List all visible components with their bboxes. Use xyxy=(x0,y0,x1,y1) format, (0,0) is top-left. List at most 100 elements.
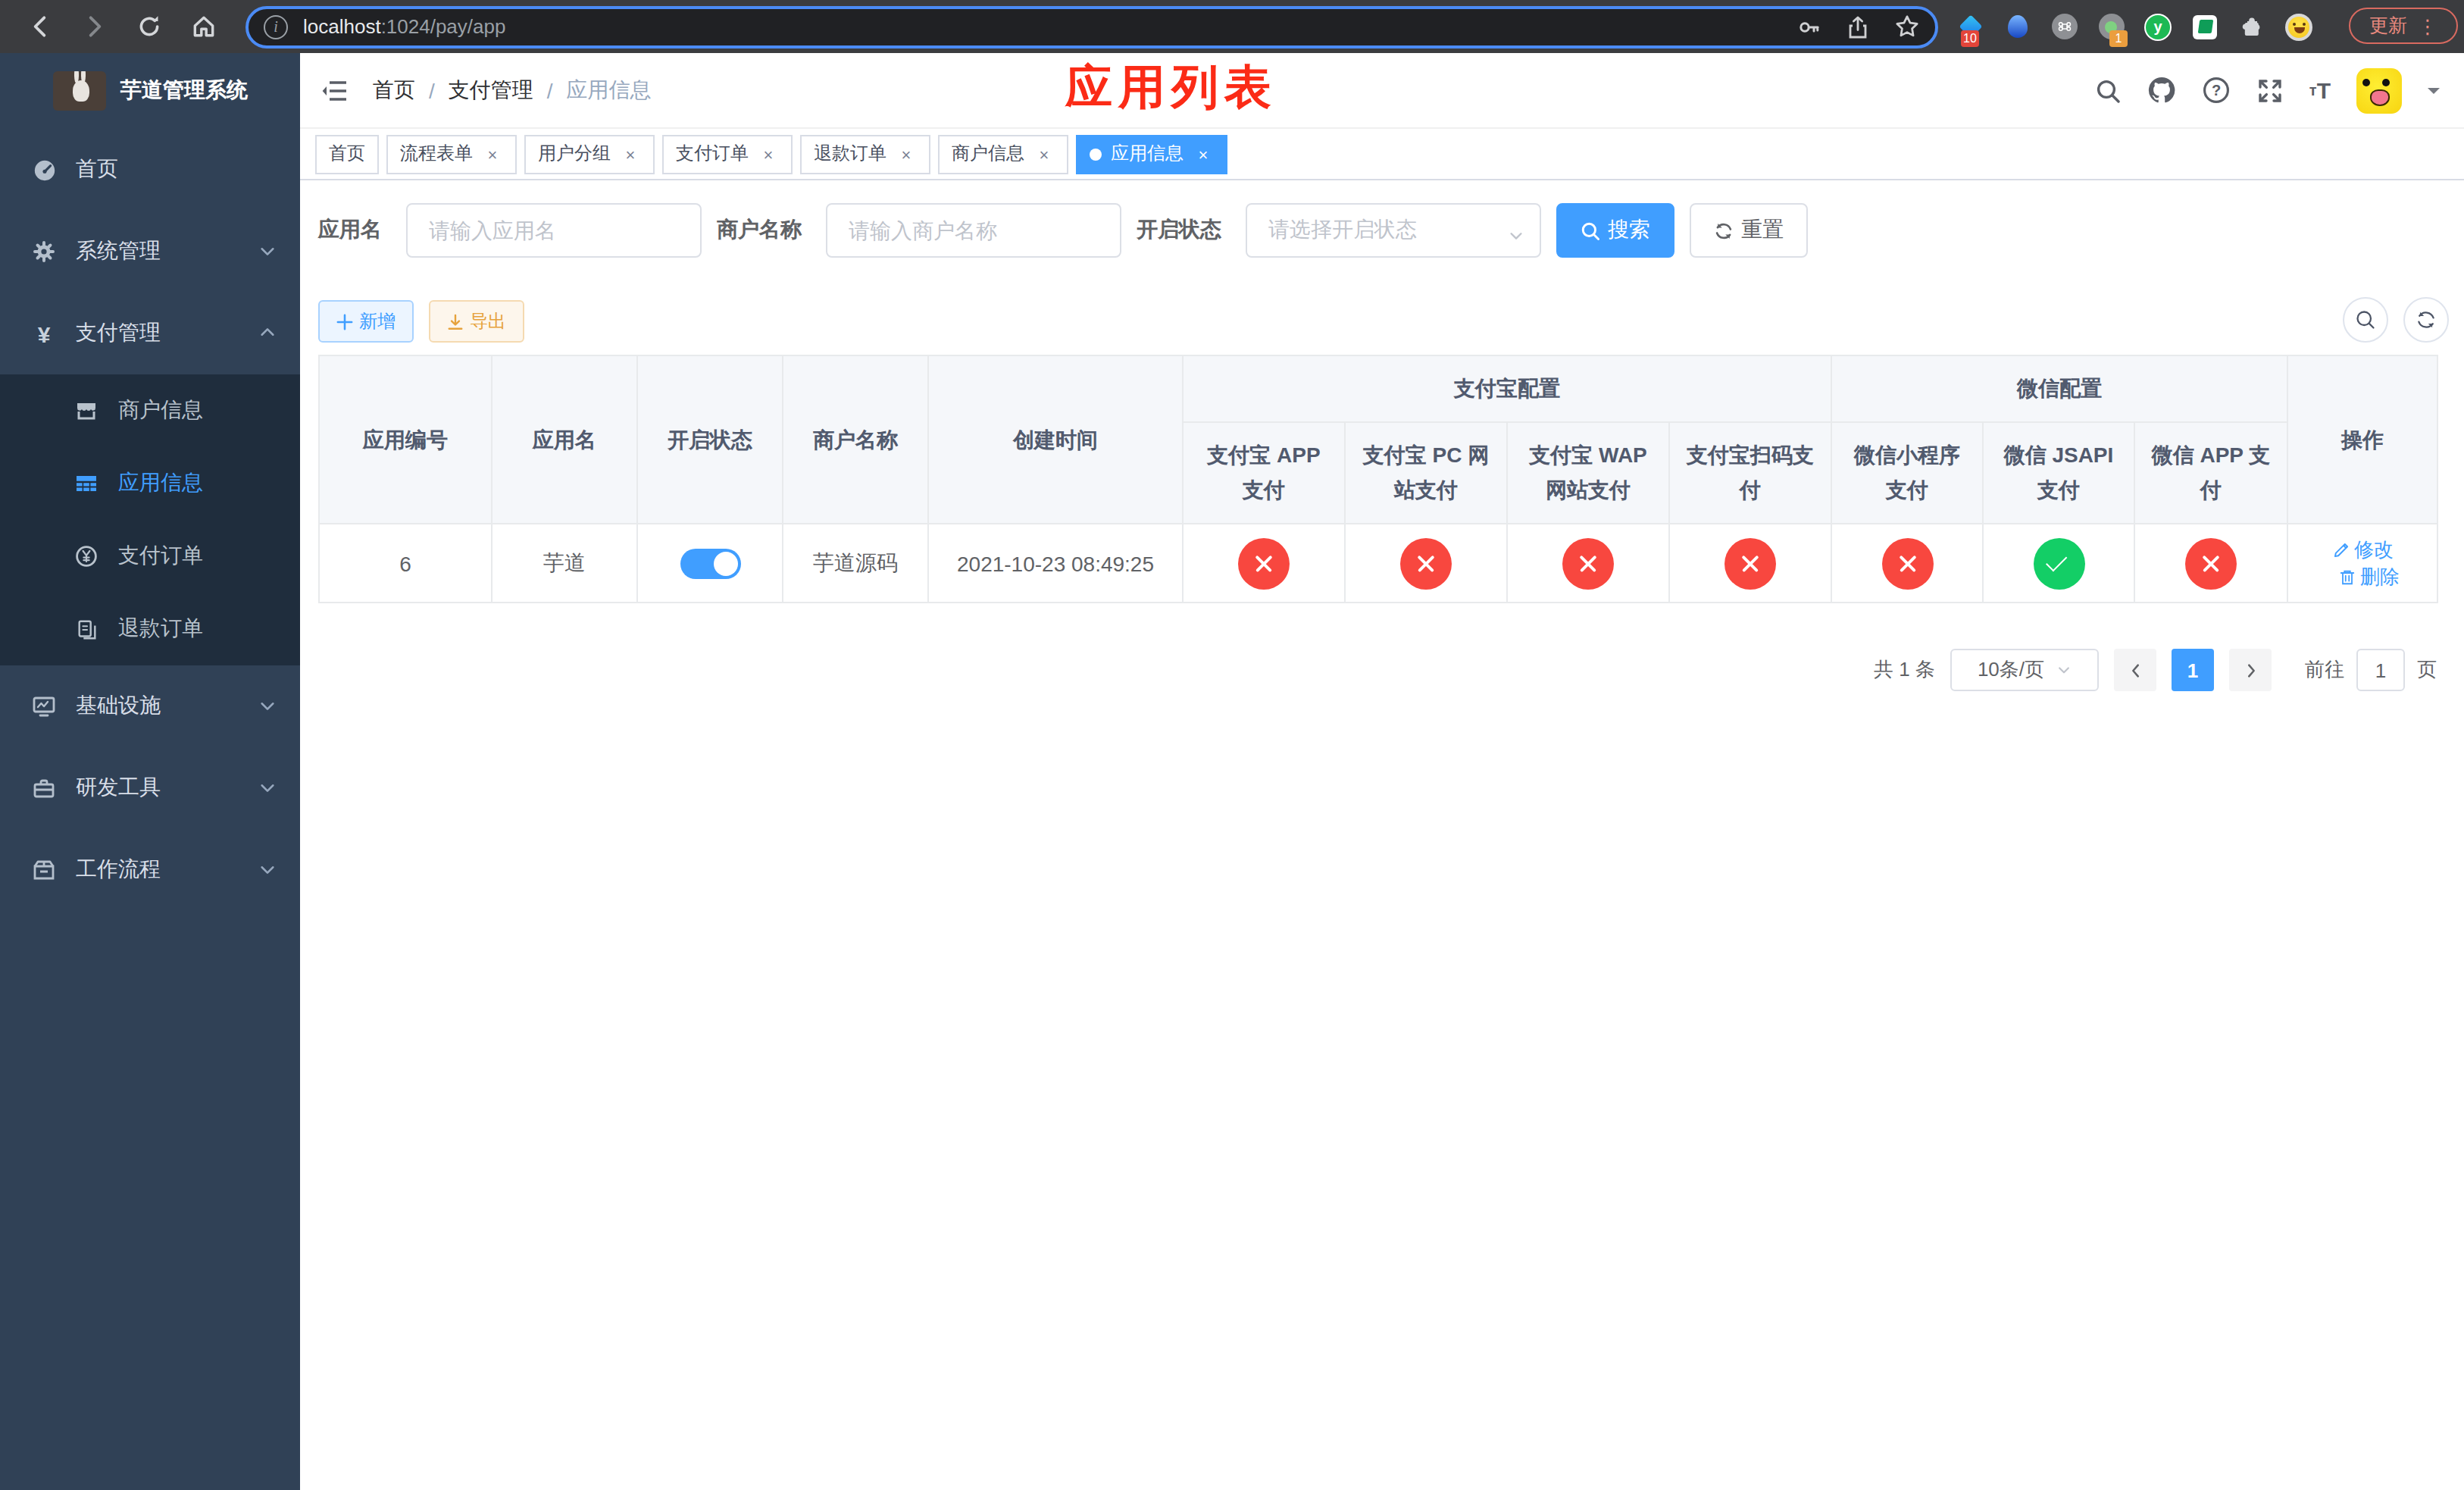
col-header-alipay-pc: 支付宝 PC 网站支付 xyxy=(1345,422,1507,524)
delete-link[interactable]: 删除 xyxy=(2337,563,2400,590)
tab-merchant-info[interactable]: 商户信息× xyxy=(938,134,1068,174)
col-header-wechat-mini: 微信小程序支付 xyxy=(1831,422,1983,524)
app-name-input[interactable] xyxy=(406,203,702,258)
breadcrumb: 首页 / 支付管理 / 应用信息 xyxy=(373,77,652,104)
search-icon[interactable] xyxy=(2094,77,2122,104)
share-icon[interactable] xyxy=(1846,14,1870,39)
page-size-select[interactable]: 10条/页 xyxy=(1950,649,2099,691)
extension-chat-icon[interactable] xyxy=(2191,13,2219,40)
col-header-merchant: 商户名称 xyxy=(783,355,928,524)
goto-page-input[interactable] xyxy=(2356,649,2405,691)
close-icon[interactable]: × xyxy=(1033,145,1055,163)
cell-app-name: 芋道 xyxy=(492,524,637,603)
cell-wechat-mini xyxy=(1831,524,1983,603)
status-select[interactable]: 请选择开启状态 xyxy=(1246,203,1541,258)
status-toggle[interactable] xyxy=(680,548,740,578)
github-icon[interactable] xyxy=(2147,76,2176,105)
browser-home-button[interactable] xyxy=(183,7,223,46)
tags-view: 首页 流程表单× 用户分组× 支付订单× 退款订单× 商户信息× 应用信息× xyxy=(300,129,2464,180)
chevron-down-icon xyxy=(259,239,276,264)
browser-menu-icon[interactable]: ⋮ xyxy=(2418,14,2437,37)
profile-avatar-icon[interactable] xyxy=(2285,13,2312,40)
url-text: localhost:1024/pay/app xyxy=(303,15,505,38)
extension-recorder-icon[interactable]: 1 xyxy=(2097,13,2125,40)
tab-pay-order[interactable]: 支付订单× xyxy=(662,134,793,174)
logo[interactable]: 芋道管理系统 xyxy=(0,53,300,129)
sidebar-item-payment[interactable]: ¥ 支付管理 xyxy=(0,293,300,374)
disabled-status-icon xyxy=(1724,537,1776,589)
cell-wechat-app xyxy=(2134,524,2287,603)
sidebar-item-workflow[interactable]: 工作流程 xyxy=(0,829,300,911)
user-avatar[interactable] xyxy=(2356,67,2402,113)
search-button[interactable]: 搜索 xyxy=(1556,203,1674,258)
tab-app-info[interactable]: 应用信息× xyxy=(1076,134,1227,174)
sidebar-item-home[interactable]: 首页 xyxy=(0,129,300,211)
close-icon[interactable]: × xyxy=(896,145,917,163)
font-size-icon[interactable]: тT xyxy=(2309,77,2331,103)
cell-wechat-jsapi xyxy=(1983,524,2134,603)
extension-balloon-icon[interactable] xyxy=(2003,13,2031,40)
next-page-button[interactable] xyxy=(2229,649,2272,691)
sidebar-item-refund-order[interactable]: 退款订单 xyxy=(0,593,300,665)
close-icon[interactable]: × xyxy=(482,145,503,163)
extension-command-icon[interactable] xyxy=(2050,13,2078,40)
reset-button[interactable]: 重置 xyxy=(1690,203,1808,258)
sidebar-item-dev-tools[interactable]: 研发工具 xyxy=(0,747,300,829)
browser-forward-button[interactable] xyxy=(74,7,114,46)
current-page[interactable]: 1 xyxy=(2172,649,2214,691)
browser-reload-button[interactable] xyxy=(129,7,168,46)
avatar-caret-icon[interactable] xyxy=(2428,87,2440,99)
close-icon[interactable]: × xyxy=(1193,145,1214,163)
goto-page: 前往 页 xyxy=(2305,649,2437,691)
cell-alipay-wap xyxy=(1507,524,1669,603)
breadcrumb-payment[interactable]: 支付管理 xyxy=(449,77,533,104)
filter-form: 应用名 商户名称 开启状态 请选择开启状态 xyxy=(318,203,2446,258)
edit-link[interactable]: 修改 xyxy=(2331,536,2394,563)
browser-update-button[interactable]: 更新⋮ xyxy=(2349,8,2458,44)
gear-icon xyxy=(30,239,58,264)
tab-user-group[interactable]: 用户分组× xyxy=(524,134,655,174)
tab-home[interactable]: 首页 xyxy=(315,134,379,174)
sidebar-item-pay-order[interactable]: 支付订单 xyxy=(0,520,300,593)
sidebar-collapse-icon[interactable] xyxy=(321,77,349,104)
browser-window: i localhost:1024/pay/app 10 1 y xyxy=(0,0,2464,1490)
extension-y-icon[interactable]: y xyxy=(2144,13,2172,40)
main-area: 首页 / 支付管理 / 应用信息 应用列表 ? xyxy=(300,53,2464,1490)
add-button[interactable]: 新增 xyxy=(318,300,414,343)
chevron-down-icon xyxy=(1508,224,1524,249)
col-group-alipay: 支付宝配置 xyxy=(1183,355,1831,422)
extension-diamond-icon[interactable]: 10 xyxy=(1956,13,1984,40)
close-icon[interactable]: × xyxy=(758,145,779,163)
site-info-icon[interactable]: i xyxy=(264,14,288,39)
prev-page-button[interactable] xyxy=(2114,649,2156,691)
browser-back-button[interactable] xyxy=(20,7,59,46)
tab-process-form[interactable]: 流程表单× xyxy=(386,134,517,174)
fullscreen-icon[interactable] xyxy=(2256,77,2284,104)
tab-refund-order[interactable]: 退款订单× xyxy=(800,134,930,174)
disabled-status-icon xyxy=(1238,537,1290,589)
toggle-search-button[interactable] xyxy=(2343,297,2388,343)
bookmark-star-icon[interactable] xyxy=(1894,14,1920,39)
browser-extensions: 10 1 y xyxy=(1956,13,2312,40)
refresh-button[interactable] xyxy=(2403,297,2449,343)
page-content: 应用名 商户名称 开启状态 请选择开启状态 xyxy=(300,180,2464,691)
sidebar-item-system[interactable]: 系统管理 xyxy=(0,211,300,293)
cell-created: 2021-10-23 08:49:25 xyxy=(928,524,1183,603)
merchant-name-input[interactable] xyxy=(826,203,1121,258)
sidebar-menu: 首页 系统管理 ¥ 支付管理 xyxy=(0,129,300,911)
enabled-status-icon xyxy=(2033,537,2084,589)
sidebar-item-infrastructure[interactable]: 基础设施 xyxy=(0,665,300,747)
extensions-puzzle-icon[interactable] xyxy=(2238,13,2265,40)
sidebar-item-app-info[interactable]: 应用信息 xyxy=(0,447,300,520)
cell-actions: 修改 删除 xyxy=(2287,524,2437,603)
col-header-alipay-wap: 支付宝 WAP 网站支付 xyxy=(1507,422,1669,524)
breadcrumb-home[interactable]: 首页 xyxy=(373,77,415,104)
address-bar[interactable]: i localhost:1024/pay/app xyxy=(245,5,1938,48)
sidebar-item-merchant-info[interactable]: 商户信息 xyxy=(0,374,300,447)
svg-text:?: ? xyxy=(2212,82,2221,99)
help-icon[interactable]: ? xyxy=(2202,76,2231,105)
password-key-icon[interactable] xyxy=(1797,14,1821,39)
export-button[interactable]: 导出 xyxy=(429,300,524,343)
page-annotation: 应用列表 xyxy=(1065,64,1277,111)
close-icon[interactable]: × xyxy=(620,145,641,163)
